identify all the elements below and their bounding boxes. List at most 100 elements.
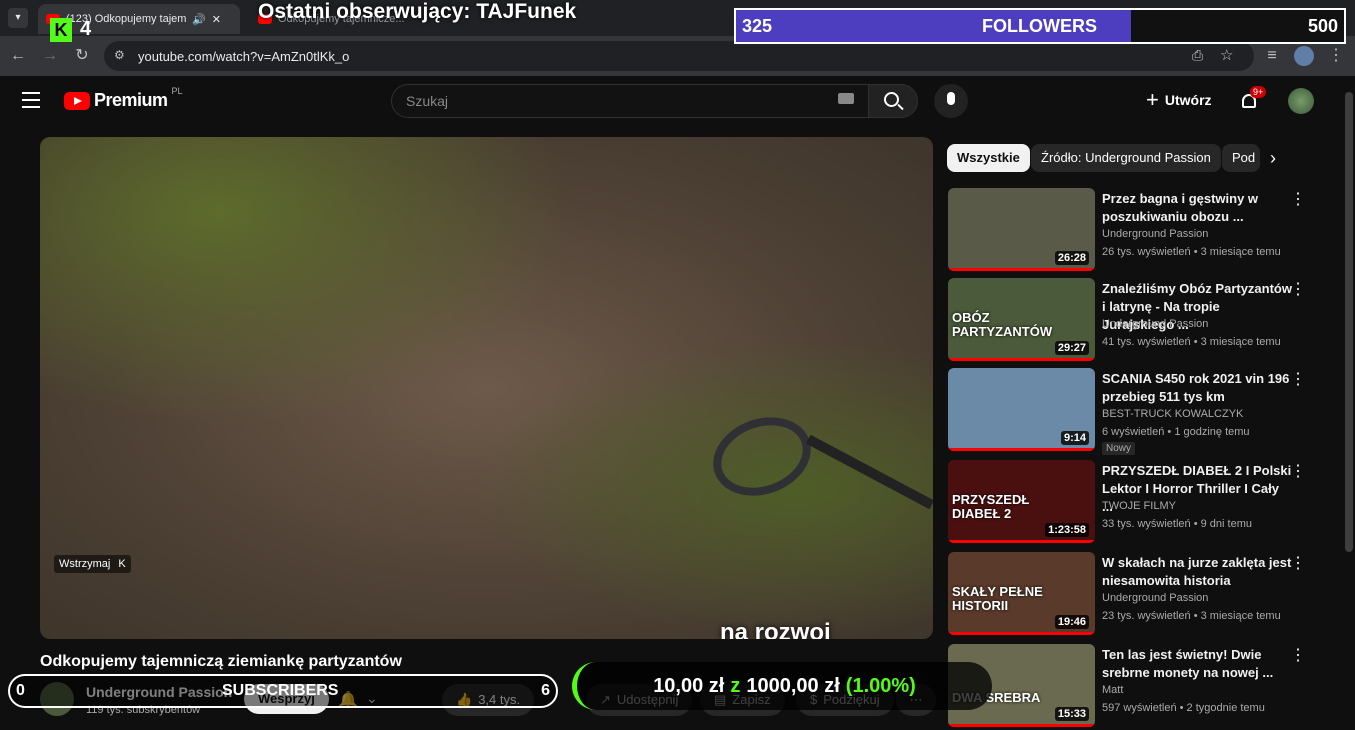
notifications-button[interactable]: 9+ bbox=[1240, 86, 1267, 114]
thumbnail-overlay-text: PRZYSZEDŁ DIABEŁ 2 bbox=[952, 492, 1030, 521]
recommendation-item[interactable]: SKAŁY PEŁNE HISTORII 19:46 W skałach na ju… bbox=[948, 552, 1343, 638]
video-thumbnail[interactable]: PRZYSZEDŁ DIABEŁ 2 1:23:58 bbox=[948, 460, 1095, 543]
metal-detector-coil bbox=[702, 404, 822, 509]
video-thumbnail[interactable]: OBÓZ PARTYZANTÓW 29:27 bbox=[948, 278, 1095, 361]
more-options-icon[interactable]: ⋮ bbox=[1290, 556, 1306, 572]
recommendation-item[interactable]: DWA SREBRA 15:33 Ten las jest świetny! Dwi… bbox=[948, 644, 1343, 730]
tab-list-button[interactable]: ▾ bbox=[8, 8, 28, 28]
video-title: Odkopujemy tajemniczą ziemiankę partyzan… bbox=[40, 653, 402, 670]
subscribers-current: 0 bbox=[16, 682, 25, 699]
recommendation-meta: 597 wyświetleń • 2 tygodnie temu bbox=[1102, 702, 1265, 714]
search-input[interactable]: Szukaj bbox=[391, 84, 869, 118]
video-duration: 26:28 bbox=[1054, 251, 1089, 265]
video-player[interactable]: Wstrzymaj K na rozwoj bbox=[40, 137, 933, 639]
recommendation-title[interactable]: Przez bagna i gęstwiny w poszukiwaniu ob… bbox=[1102, 190, 1292, 226]
url-text: youtube.com/watch?v=AmZn0tlKk_o bbox=[138, 48, 350, 64]
more-options-icon[interactable]: ⋮ bbox=[1290, 464, 1306, 480]
subscribers-goal-bar: 0 SUBSCRIBERS 6 bbox=[8, 674, 558, 708]
recommendation-title[interactable]: SCANIA S450 rok 2021 vin 196 przebieg 51… bbox=[1102, 370, 1292, 406]
subscribers-label: SUBSCRIBERS bbox=[222, 682, 339, 699]
create-label: Utwórz bbox=[1164, 92, 1212, 108]
search-button[interactable] bbox=[868, 84, 918, 118]
kick-logo: K bbox=[50, 18, 72, 42]
account-avatar[interactable] bbox=[1288, 88, 1314, 114]
recommendation-channel[interactable]: Underground Passion bbox=[1102, 592, 1208, 604]
recommendation-item[interactable]: 26:28 Przez bagna i gęstwiny w poszukiwan… bbox=[948, 188, 1343, 274]
recommendation-item[interactable]: PRZYSZEDŁ DIABEŁ 2 1:23:58 PRZYSZEDŁ DIABE… bbox=[948, 460, 1343, 546]
site-info-icon[interactable]: ⚙ bbox=[114, 48, 125, 62]
pause-tooltip: Wstrzymaj K bbox=[54, 555, 131, 573]
youtube-logo[interactable]: Premium PL bbox=[64, 86, 183, 111]
scrollbar[interactable] bbox=[1345, 92, 1353, 552]
create-button[interactable]: + Utwórz bbox=[1146, 87, 1212, 112]
pause-tooltip-label: Wstrzymaj bbox=[59, 558, 111, 570]
keyboard-icon[interactable] bbox=[838, 93, 854, 104]
recommendation-channel[interactable]: Matt bbox=[1102, 684, 1123, 696]
last-follower-banner: Ostatni obserwujący: TAJFunek bbox=[258, 0, 577, 23]
chip-partial[interactable]: Pod bbox=[1222, 144, 1260, 172]
more-options-icon[interactable]: ⋮ bbox=[1290, 648, 1306, 664]
followers-goal: 500 bbox=[1307, 16, 1338, 36]
chip-source[interactable]: Źródło: Underground Passion bbox=[1031, 144, 1221, 172]
recommendation-channel[interactable]: Underground Passion bbox=[1102, 318, 1208, 330]
plus-icon: + bbox=[1146, 87, 1159, 112]
recommendation-item[interactable]: OBÓZ PARTYZANTÓW 29:27 Znaleźliśmy Obóz Pa… bbox=[948, 278, 1343, 364]
donation-goal-bar: 10,00 zł z 1000,00 zł (1.00%) bbox=[572, 662, 992, 710]
stream-subtitle: na rozwoj bbox=[720, 619, 831, 639]
profile-avatar[interactable] bbox=[1294, 46, 1314, 66]
donation-target: 1000,00 zł bbox=[746, 674, 840, 697]
chevron-right-icon[interactable]: › bbox=[1270, 148, 1276, 169]
metal-detector-shaft bbox=[805, 434, 933, 510]
browser-menu-icon[interactable]: ⋮ bbox=[1326, 46, 1346, 66]
video-thumbnail[interactable]: 9:14 bbox=[948, 368, 1095, 451]
video-duration: 9:14 bbox=[1060, 431, 1089, 445]
voice-search-button[interactable] bbox=[934, 84, 968, 118]
recommendation-item[interactable]: 9:14 SCANIA S450 rok 2021 vin 196 przebie… bbox=[948, 368, 1343, 455]
video-duration: 19:46 bbox=[1054, 615, 1089, 629]
video-thumbnail[interactable]: SKAŁY PEŁNE HISTORII 19:46 bbox=[948, 552, 1095, 635]
logo-text: Premium bbox=[94, 90, 168, 110]
donation-separator: z bbox=[730, 674, 741, 697]
recommendation-channel[interactable]: Underground Passion bbox=[1102, 228, 1208, 240]
chip-all[interactable]: Wszystkie bbox=[947, 144, 1030, 172]
recommendation-channel[interactable]: TWOJE FILMY bbox=[1102, 500, 1176, 512]
video-duration: 15:33 bbox=[1054, 707, 1089, 721]
hamburger-menu-icon[interactable] bbox=[22, 92, 40, 108]
forward-icon[interactable]: → bbox=[40, 46, 60, 66]
back-icon[interactable]: ← bbox=[8, 46, 28, 66]
logo-region: PL bbox=[171, 85, 183, 96]
donation-current: 10,00 zł bbox=[653, 674, 725, 697]
video-duration: 29:27 bbox=[1054, 341, 1089, 355]
recommendation-meta: 41 tys. wyświetleń • 3 miesiące temu bbox=[1102, 336, 1281, 348]
youtube-header: Premium PL Szukaj + Utwórz 9+ bbox=[0, 76, 1355, 128]
followers-current: 325 bbox=[742, 16, 773, 36]
recommendation-title[interactable]: Ten las jest świetny! Dwie srebrne monet… bbox=[1102, 646, 1292, 682]
thumbnail-overlay-text: OBÓZ PARTYZANTÓW bbox=[952, 310, 1053, 339]
new-badge: Nowy bbox=[1102, 442, 1136, 455]
media-control-icon[interactable]: ≡ bbox=[1262, 46, 1282, 66]
followers-label: FOLLOWERS bbox=[982, 16, 1097, 36]
recommendation-channel[interactable]: BEST-TRUCK KOWALCZYK bbox=[1102, 408, 1243, 420]
notification-badge: 9+ bbox=[1250, 86, 1267, 98]
video-thumbnail[interactable]: 26:28 bbox=[948, 188, 1095, 271]
tab-close-icon[interactable]: ✕ bbox=[212, 13, 221, 26]
recommendation-title[interactable]: W skałach na jurze zaklęta jest niesamow… bbox=[1102, 554, 1292, 590]
video-duration: 1:23:58 bbox=[1045, 523, 1089, 537]
address-bar[interactable]: ⚙ youtube.com/watch?v=AmZn0tlKk_o ⎙ ☆ bbox=[104, 41, 1254, 71]
more-options-icon[interactable]: ⋮ bbox=[1290, 192, 1306, 208]
more-options-icon[interactable]: ⋮ bbox=[1290, 372, 1306, 388]
subscribers-goal: 6 bbox=[541, 682, 550, 699]
pause-tooltip-key: K bbox=[118, 558, 126, 570]
recommendation-meta: 6 wyświetleń • 1 godzinę temu bbox=[1102, 426, 1250, 438]
microphone-icon bbox=[947, 92, 955, 105]
bookmark-star-icon[interactable]: ☆ bbox=[1220, 46, 1233, 64]
followers-goal-bar: 325 FOLLOWERS 500 bbox=[734, 8, 1346, 44]
youtube-play-icon bbox=[64, 91, 90, 110]
install-app-icon[interactable]: ⎙ bbox=[1192, 47, 1203, 64]
speaker-icon: 🔊 bbox=[192, 13, 206, 26]
reload-icon[interactable]: ↻ bbox=[72, 46, 92, 66]
more-options-icon[interactable]: ⋮ bbox=[1290, 282, 1306, 298]
donation-percent: (1.00%) bbox=[845, 674, 916, 697]
kick-viewer-count: 4 bbox=[80, 18, 92, 40]
recommendation-meta: 33 tys. wyświetleń • 9 dni temu bbox=[1102, 518, 1252, 530]
